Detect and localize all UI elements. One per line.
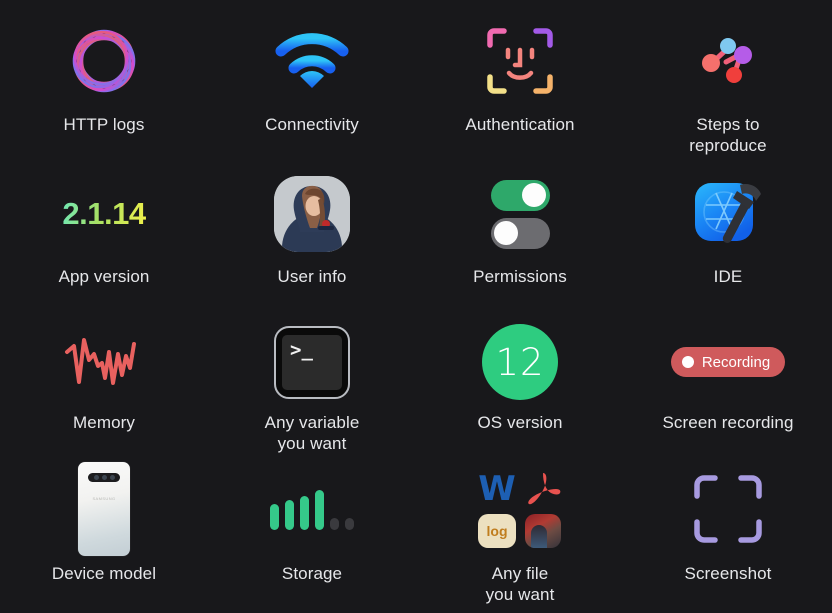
- storage-bar-empty: [345, 518, 354, 530]
- storage-bars-icon: [208, 467, 416, 551]
- recording-badge: Recording: [624, 322, 832, 402]
- storage-bar: [270, 504, 279, 530]
- cell-steps-to-reproduce[interactable]: Steps to reproduce: [624, 0, 832, 160]
- cell-label: Connectivity: [265, 115, 359, 134]
- cell-screen-recording[interactable]: Recording Screen recording: [624, 310, 832, 455]
- cell-label: Authentication: [465, 115, 575, 134]
- version-number-text: 2.1.14: [0, 174, 208, 254]
- toggle-switches: [416, 174, 624, 254]
- wifi-icon: [208, 18, 416, 104]
- cell-user-info[interactable]: User info: [208, 160, 416, 310]
- xcode-hammer-icon: [624, 174, 832, 254]
- cell-label: Any file you want: [485, 564, 555, 604]
- cell-label: Permissions: [473, 267, 567, 286]
- os-version-circle: 12: [416, 322, 624, 402]
- cell-label: Screen recording: [662, 413, 794, 432]
- toggle-permission-enabled[interactable]: [490, 179, 550, 211]
- camera-bar: [88, 473, 120, 482]
- camera-lens-icon: [101, 475, 107, 480]
- status-badge-label: Recording: [701, 353, 771, 371]
- cell-any-file[interactable]: W log Any file you want: [416, 455, 624, 613]
- cell-label: IDE: [713, 267, 743, 286]
- cell-label: Storage: [281, 564, 343, 583]
- crop-frame-icon: [624, 467, 832, 551]
- cell-label: Device model: [51, 564, 157, 583]
- cell-label: Steps to reproduce: [689, 115, 767, 155]
- node-graph-icon: [624, 18, 832, 104]
- user-avatar-photo: [208, 174, 416, 254]
- cell-label: User info: [277, 267, 347, 286]
- toggle-knob: [522, 183, 546, 207]
- cell-os-version[interactable]: 12 OS version: [416, 310, 624, 455]
- storage-bar: [315, 490, 324, 530]
- terminal-screen: >_: [282, 334, 342, 390]
- toggle-knob: [494, 221, 518, 245]
- status-badge: Recording: [670, 347, 786, 377]
- terminal-prompt: >_: [290, 338, 313, 361]
- pdf-file-icon: [523, 470, 563, 508]
- log-file-icon: log: [478, 514, 516, 548]
- phone-body: SAMSUNG: [78, 462, 130, 556]
- cell-label: Any variable you want: [264, 413, 360, 453]
- word-file-icon: W: [478, 469, 516, 509]
- cell-label: OS version: [477, 413, 563, 432]
- cell-label: App version: [58, 267, 150, 286]
- storage-bar: [300, 496, 309, 530]
- cell-permissions[interactable]: Permissions: [416, 160, 624, 310]
- cell-label: Screenshot: [684, 564, 772, 583]
- cell-label: HTTP logs: [63, 115, 145, 134]
- record-dot-icon: [681, 356, 694, 368]
- cell-app-version[interactable]: 2.1.14 App version: [0, 160, 208, 310]
- storage-bar-empty: [330, 518, 339, 530]
- storage-bar: [285, 500, 294, 530]
- storage-bar-chart: [270, 488, 354, 530]
- cell-storage[interactable]: Storage: [208, 455, 416, 613]
- spirograph-rings-icon: [0, 18, 208, 104]
- toggle-permission-disabled[interactable]: [490, 217, 550, 249]
- version-value: 2.1.14: [62, 196, 146, 231]
- terminal-window: >_: [274, 325, 350, 399]
- file-types-grid: W log: [416, 467, 624, 551]
- cell-connectivity[interactable]: Connectivity: [208, 0, 416, 160]
- cell-device-model[interactable]: SAMSUNG Device model: [0, 455, 208, 613]
- waveform-line-icon: [0, 322, 208, 402]
- phone-device-icon: SAMSUNG: [0, 462, 208, 556]
- avatar: [274, 176, 350, 252]
- cell-label: Memory: [73, 413, 135, 432]
- face-id-icon: [416, 18, 624, 104]
- icon-grid: HTTP logs Connectivity Authentication St…: [0, 0, 832, 613]
- terminal-icon: >_: [208, 322, 416, 402]
- cell-ide[interactable]: IDE: [624, 160, 832, 310]
- camera-lens-icon: [109, 475, 115, 480]
- phone-brand-text: SAMSUNG: [92, 496, 116, 501]
- camera-lens-icon: [93, 475, 99, 480]
- os-version-value: 12: [482, 324, 558, 400]
- cell-http-logs[interactable]: HTTP logs: [0, 0, 208, 160]
- cell-authentication[interactable]: Authentication: [416, 0, 624, 160]
- photo-file-icon: [525, 514, 561, 548]
- cell-screenshot[interactable]: Screenshot: [624, 455, 832, 613]
- cell-memory[interactable]: Memory: [0, 310, 208, 455]
- cell-any-variable[interactable]: >_ Any variable you want: [208, 310, 416, 455]
